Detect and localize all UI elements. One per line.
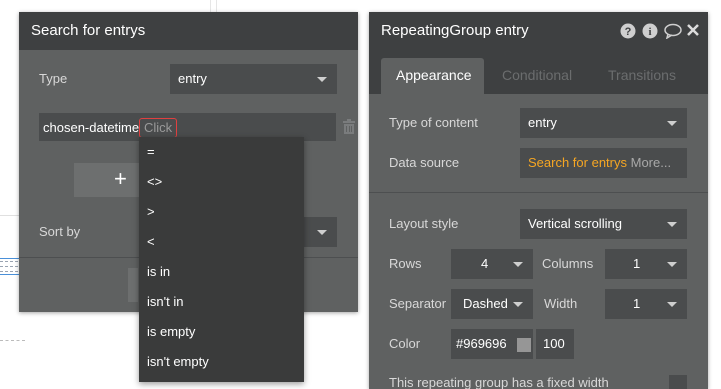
chevron-down-icon bbox=[513, 302, 523, 307]
section-divider bbox=[369, 192, 708, 193]
layout-style-dropdown[interactable]: Vertical scrolling bbox=[520, 209, 687, 239]
width-value: 1 bbox=[633, 296, 641, 311]
type-of-content-value: entry bbox=[528, 115, 557, 130]
data-source-label: Data source bbox=[389, 155, 460, 170]
color-opacity-value: 100 bbox=[543, 336, 565, 351]
chevron-down-icon bbox=[513, 262, 523, 267]
data-source-value[interactable]: Search for entrys bbox=[528, 155, 627, 170]
chevron-down-icon bbox=[667, 262, 677, 267]
comment-icon[interactable] bbox=[664, 23, 682, 40]
tab-bar: Appearance Conditional Transitions bbox=[369, 50, 708, 94]
fixed-width-label: This repeating group has a fixed width bbox=[389, 375, 609, 389]
rows-label: Rows bbox=[389, 256, 422, 271]
chevron-down-icon bbox=[317, 230, 327, 235]
chevron-down-icon bbox=[667, 302, 677, 307]
menu-item-equals[interactable]: = bbox=[139, 137, 304, 167]
columns-dropdown[interactable]: 1 bbox=[605, 249, 687, 279]
tab-appearance[interactable]: Appearance bbox=[381, 58, 484, 94]
rows-value: 4 bbox=[481, 256, 489, 271]
constraint-operator-chip[interactable]: Click bbox=[139, 118, 178, 138]
color-hex-input[interactable]: #969696 bbox=[451, 329, 533, 359]
menu-item-not-equals[interactable]: <> bbox=[139, 167, 304, 197]
plus-icon: + bbox=[114, 166, 127, 191]
width-dropdown[interactable]: 1 bbox=[605, 289, 687, 319]
svg-text:?: ? bbox=[625, 26, 632, 38]
info-icon[interactable]: i bbox=[642, 23, 658, 39]
data-source-field[interactable]: Search for entrys More... bbox=[520, 148, 687, 178]
chevron-down-icon bbox=[317, 77, 327, 82]
separator-dropdown[interactable]: Dashed bbox=[451, 289, 533, 319]
canvas-separator-line bbox=[0, 266, 18, 267]
menu-item-greater-than[interactable]: > bbox=[139, 197, 304, 227]
sort-by-dropdown[interactable] bbox=[304, 217, 337, 247]
svg-text:i: i bbox=[648, 26, 651, 38]
color-swatch[interactable] bbox=[517, 338, 531, 352]
canvas-separator-line bbox=[0, 271, 18, 272]
canvas-separator-line bbox=[0, 261, 18, 262]
columns-value: 1 bbox=[633, 256, 641, 271]
color-opacity-input[interactable]: 100 bbox=[536, 329, 574, 359]
tab-transitions[interactable]: Transitions bbox=[608, 58, 676, 94]
separator-value: Dashed bbox=[463, 296, 508, 311]
separator-label: Separator bbox=[389, 296, 447, 311]
header-icons: ? i bbox=[620, 23, 702, 40]
columns-label: Columns bbox=[542, 256, 594, 271]
type-of-content-dropdown[interactable]: entry bbox=[520, 108, 687, 138]
close-icon[interactable] bbox=[686, 23, 702, 39]
layout-style-value: Vertical scrolling bbox=[528, 216, 622, 231]
menu-item-less-than[interactable]: < bbox=[139, 227, 304, 257]
menu-item-is-not-empty[interactable]: isn't empty bbox=[139, 347, 304, 377]
color-hex-value: #969696 bbox=[456, 336, 507, 351]
trash-icon[interactable] bbox=[343, 119, 355, 134]
search-panel-title: Search for entrys bbox=[19, 12, 358, 50]
layout-style-label: Layout style bbox=[389, 216, 459, 231]
fixed-width-checkbox[interactable] bbox=[669, 375, 687, 389]
help-icon[interactable]: ? bbox=[620, 23, 636, 39]
constraint-field[interactable]: chosen-datetime bbox=[43, 120, 139, 135]
width-label: Width bbox=[544, 296, 578, 311]
panel-footer-button[interactable] bbox=[128, 268, 138, 302]
data-source-more[interactable]: More... bbox=[631, 155, 671, 170]
canvas-separator-line bbox=[0, 340, 25, 341]
menu-item-is-empty[interactable]: is empty bbox=[139, 317, 304, 347]
type-dropdown[interactable]: entry bbox=[170, 64, 337, 94]
sort-by-label: Sort by bbox=[39, 224, 81, 239]
tab-conditional[interactable]: Conditional bbox=[502, 58, 572, 94]
type-dropdown-value: entry bbox=[178, 71, 207, 86]
chevron-down-icon bbox=[667, 121, 677, 126]
type-label: Type bbox=[39, 71, 68, 86]
color-label: Color bbox=[389, 336, 421, 351]
chevron-down-icon bbox=[667, 222, 677, 227]
menu-item-is-not-in[interactable]: isn't in bbox=[139, 287, 304, 317]
menu-item-is-in[interactable]: is in bbox=[139, 257, 304, 287]
operator-menu: = <> > < is in isn't in is empty isn't e… bbox=[139, 137, 304, 382]
type-of-content-label: Type of content bbox=[389, 115, 478, 130]
repeating-group-panel: RepeatingGroup entry ? i Appearance Cond… bbox=[369, 12, 708, 389]
rows-dropdown[interactable]: 4 bbox=[451, 249, 533, 279]
